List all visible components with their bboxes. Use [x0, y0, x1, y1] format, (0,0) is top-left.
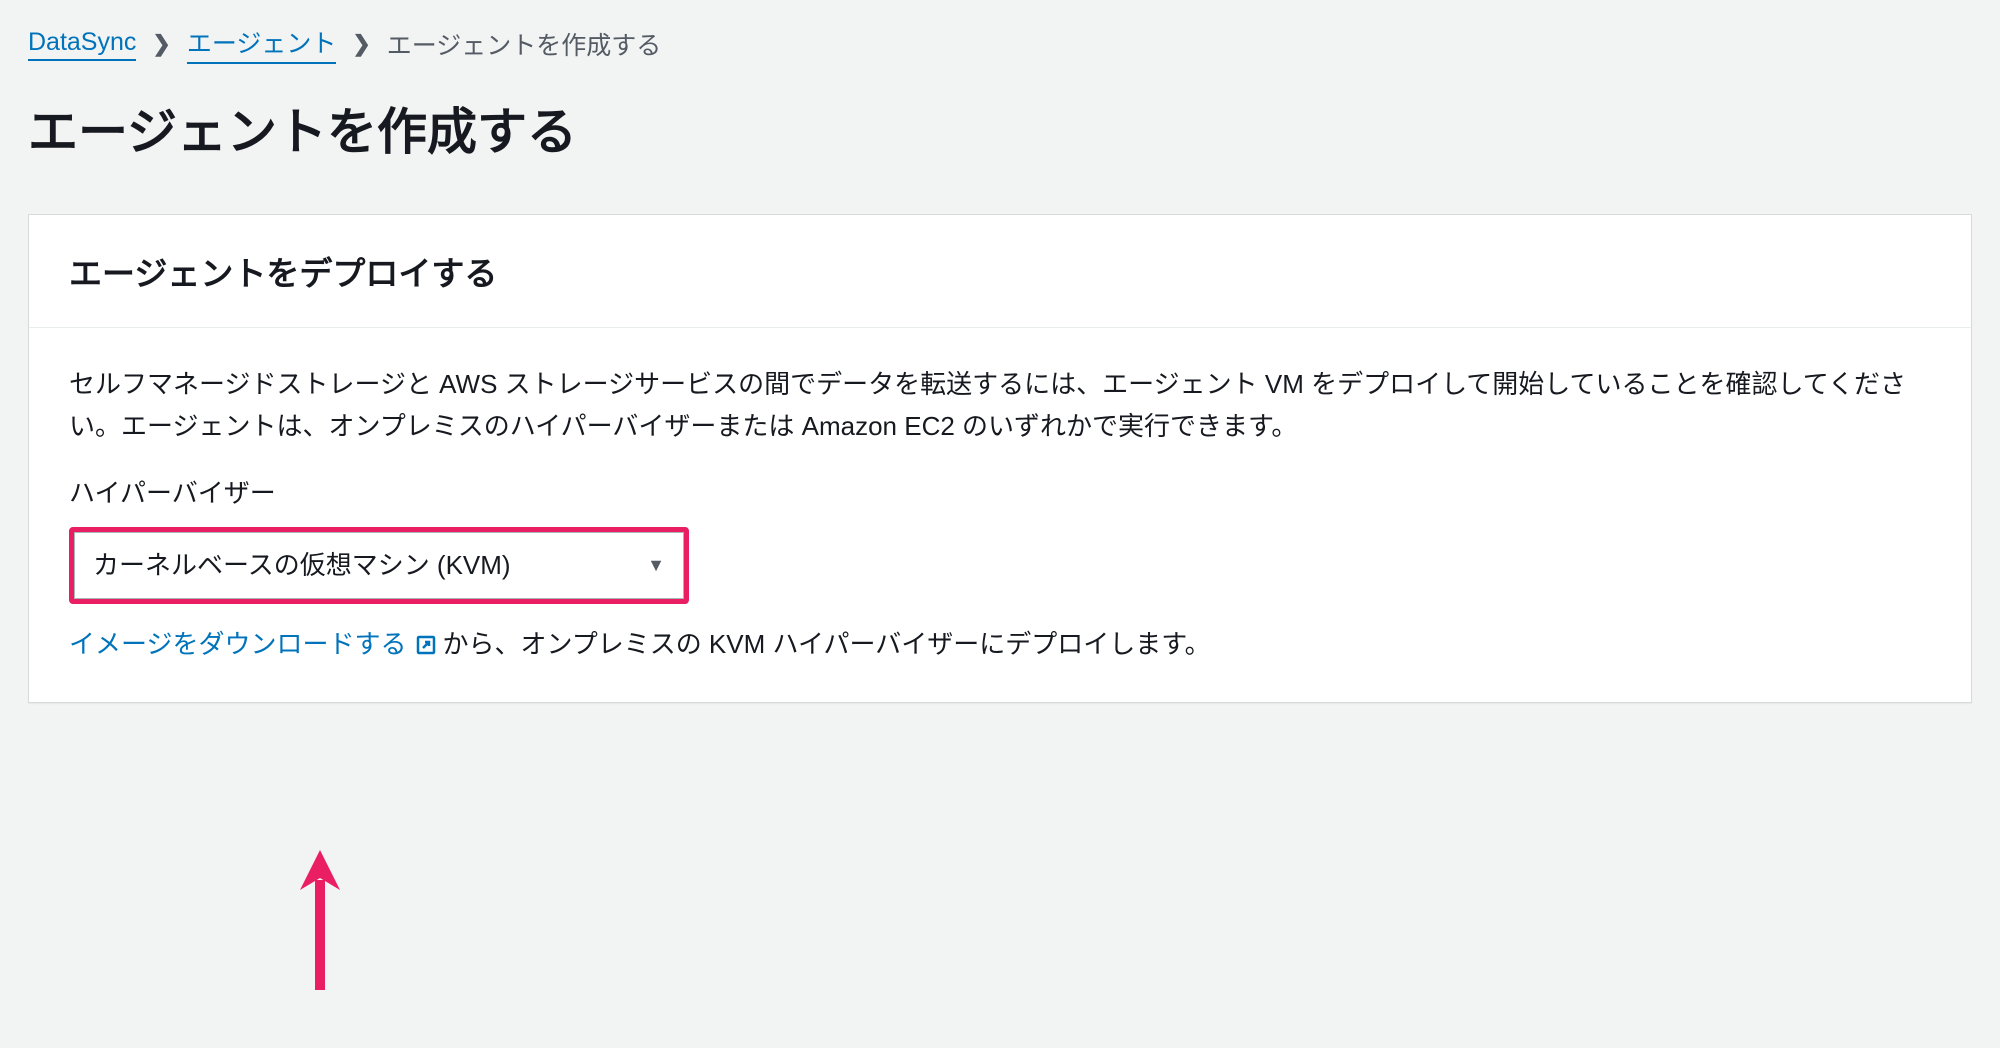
download-image-link[interactable]: イメージをダウンロードする	[69, 624, 438, 666]
annotation-arrow-icon	[290, 850, 350, 1012]
hypervisor-selected-value: カーネルベースの仮想マシン (KVM)	[93, 545, 511, 587]
breadcrumb-root-link[interactable]: DataSync	[28, 28, 136, 61]
external-link-icon	[414, 633, 438, 657]
hypervisor-select-highlight: カーネルベースの仮想マシン (KVM) ▼	[69, 527, 689, 605]
breadcrumb-current: エージェントを作成する	[387, 26, 662, 62]
card-header: エージェントをデプロイする	[29, 215, 1971, 328]
page-title: エージェントを作成する	[28, 92, 1972, 164]
chevron-right-icon: ❯	[152, 31, 170, 57]
download-suffix-text: から、オンプレミスの KVM ハイパーバイザーにデプロイします。	[442, 624, 1210, 666]
hypervisor-label: ハイパーバイザー	[69, 473, 1931, 515]
breadcrumb-agents-link[interactable]: エージェント	[187, 24, 337, 64]
hypervisor-select[interactable]: カーネルベースの仮想マシン (KVM) ▼	[74, 532, 684, 600]
download-link-text: イメージをダウンロードする	[69, 624, 406, 666]
breadcrumb: DataSync ❯ エージェント ❯ エージェントを作成する	[28, 24, 1972, 64]
chevron-right-icon: ❯	[352, 31, 370, 57]
deploy-description: セルフマネージドストレージと AWS ストレージサービスの間でデータを転送するに…	[69, 364, 1931, 447]
card-header-title: エージェントをデプロイする	[69, 247, 1931, 295]
download-instruction: イメージをダウンロードする から、オンプレミスの KVM ハイパーバイザーにデプ…	[69, 624, 1931, 666]
caret-down-icon: ▼	[647, 551, 665, 580]
card-body: セルフマネージドストレージと AWS ストレージサービスの間でデータを転送するに…	[29, 328, 1971, 702]
deploy-agent-card: エージェントをデプロイする セルフマネージドストレージと AWS ストレージサー…	[28, 214, 1972, 703]
